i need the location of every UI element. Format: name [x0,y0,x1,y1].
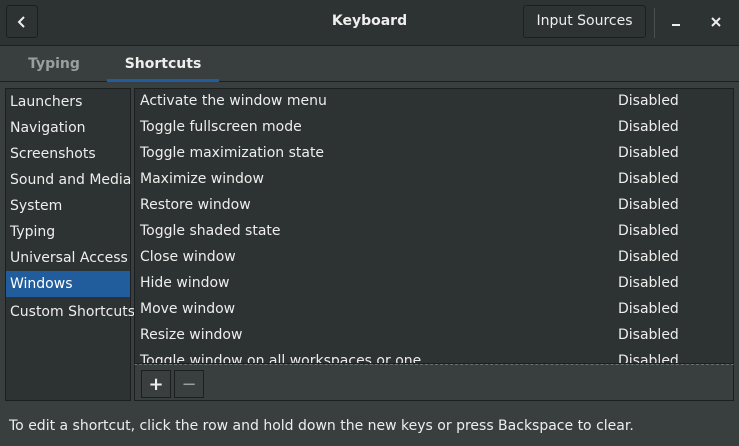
sidebar-item-system[interactable]: System [6,193,130,219]
shortcut-row[interactable]: Activate the window menu Disabled [135,89,733,115]
sidebar-item-custom-shortcuts[interactable]: Custom Shortcuts [6,299,135,325]
shortcut-value: Disabled [618,145,679,161]
sidebar-item-launchers[interactable]: Launchers [6,89,130,115]
shortcut-name: Close window [140,249,236,265]
shortcut-value: Disabled [618,119,679,135]
shortcut-value: Disabled [618,223,679,239]
shortcut-name: Hide window [140,275,230,291]
shortcut-value: Disabled [618,301,679,317]
shortcut-name: Toggle shaded state [140,223,281,239]
shortcut-name: Move window [140,301,236,317]
shortcut-row[interactable]: Toggle shaded state Disabled [135,219,733,245]
tab-bar: Typing Shortcuts [0,46,739,82]
shortcut-row[interactable]: Toggle maximization state Disabled [135,141,733,167]
shortcut-row[interactable]: Restore window Disabled [135,193,733,219]
sidebar-item-universal-access[interactable]: Universal Access [6,245,130,271]
shortcut-value: Disabled [618,327,679,343]
shortcut-name: Maximize window [140,171,264,187]
minimize-icon [672,24,680,26]
shortcut-name: Toggle fullscreen mode [140,119,302,135]
shortcut-row[interactable]: Hide window Disabled [135,271,733,297]
plus-icon: + [148,373,164,395]
shortcut-row[interactable]: Move window Disabled [135,297,733,323]
tab-shortcuts[interactable]: Shortcuts [107,46,219,82]
shortcut-value: Disabled [618,171,679,187]
help-text: To edit a shortcut, click the row and ho… [9,418,634,434]
shortcut-row[interactable]: Resize window Disabled [135,323,733,349]
tab-typing[interactable]: Typing [14,46,94,82]
minus-icon: − [181,373,197,395]
shortcut-value: Disabled [618,353,679,364]
input-sources-button[interactable]: Input Sources [523,5,646,38]
sidebar-item-sound-and-media[interactable]: Sound and Media [6,167,131,193]
shortcut-name: Toggle maximization state [140,145,325,161]
remove-shortcut-button[interactable]: − [174,370,204,398]
shortcut-value: Disabled [618,93,679,109]
close-icon [711,17,721,27]
sidebar-item-windows[interactable]: Windows [6,271,130,297]
list-toolbar: + − [134,364,734,401]
sidebar-item-screenshots[interactable]: Screenshots [6,141,130,167]
shortcut-row[interactable]: Toggle window on all workspaces or one D… [135,349,733,364]
sidebar-item-typing[interactable]: Typing [6,219,130,245]
sidebar-item-navigation[interactable]: Navigation [6,115,130,141]
shortcut-value: Disabled [618,275,679,291]
shortcut-name: Activate the window menu [140,93,327,109]
shortcut-row[interactable]: Maximize window Disabled [135,167,733,193]
add-shortcut-button[interactable]: + [141,370,171,398]
shortcut-value: Disabled [618,249,679,265]
close-button[interactable] [702,8,730,36]
category-sidebar: Launchers Navigation Screenshots Sound a… [5,88,135,401]
shortcut-value: Disabled [618,197,679,213]
shortcut-row[interactable]: Toggle fullscreen mode Disabled [135,115,733,141]
shortcut-list: Activate the window menu Disabled Toggle… [134,88,734,364]
shortcut-name: Restore window [140,197,251,213]
header-separator [654,8,655,38]
header-bar: Keyboard Input Sources [0,0,739,46]
shortcut-row[interactable]: Close window Disabled [135,245,733,271]
shortcut-name: Toggle window on all workspaces or one [140,353,422,364]
minimize-button[interactable] [662,8,690,36]
shortcut-name: Resize window [140,327,243,343]
